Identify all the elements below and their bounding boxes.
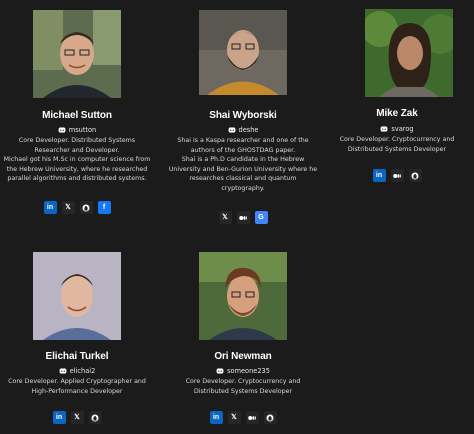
team-card: Shai Wyborski deshe Shai is a Kaspa rese… bbox=[166, 0, 320, 230]
handle-text: deshe bbox=[238, 126, 259, 134]
desc-line: researches classical and quantum bbox=[189, 175, 297, 183]
member-description: Core Developer. Cryptocurrency and Distr… bbox=[320, 135, 474, 154]
member-description: Shai is a Kaspa researcher and one of th… bbox=[166, 136, 320, 194]
desc-line: Michael got his M.Sc in computer science… bbox=[3, 156, 151, 164]
team-card: Ori Newman someone235 Core Developer. Cr… bbox=[166, 240, 320, 434]
x-icon[interactable]: 𝕏 bbox=[61, 201, 75, 214]
member-name: Ori Newman bbox=[214, 351, 272, 362]
handle-text: elichai2 bbox=[69, 367, 96, 375]
member-name: Mike Zak bbox=[376, 108, 418, 119]
desc-line: High-Performance Developer bbox=[31, 387, 123, 395]
member-handle: someone235 bbox=[166, 367, 320, 375]
desc-line: Core Developer. Applied Cryptographer an… bbox=[8, 378, 146, 385]
desc-line: the Hebrew University, where he research… bbox=[6, 165, 148, 173]
desc-line: Shai is a Ph.D candidate in the Hebrew bbox=[181, 156, 305, 164]
desc-line: authors of the GHOSTDAG paper. bbox=[190, 146, 296, 154]
github-icon[interactable] bbox=[263, 411, 277, 424]
x-icon[interactable]: 𝕏 bbox=[218, 211, 232, 224]
social-links: in bbox=[320, 169, 474, 182]
handle-text: svarog bbox=[391, 125, 414, 133]
github-icon[interactable] bbox=[79, 201, 93, 214]
member-description: Core Developer. Distributed Systems Rese… bbox=[0, 136, 154, 184]
discord-icon bbox=[228, 127, 236, 133]
github-icon[interactable] bbox=[408, 169, 422, 182]
handle-text: msutton bbox=[68, 126, 97, 134]
medium-icon[interactable] bbox=[236, 211, 250, 224]
team-card: Michael Sutton msutton Core Developer. D… bbox=[0, 0, 154, 220]
member-handle: msutton bbox=[0, 126, 154, 134]
team-card: Mike Zak svarog Core Developer. Cryptocu… bbox=[320, 0, 474, 200]
member-name: Michael Sutton bbox=[42, 110, 112, 121]
linkedin-icon[interactable]: in bbox=[209, 411, 223, 424]
social-links: in 𝕏 bbox=[0, 411, 154, 424]
member-description: Core Developer. Cryptocurrency and Distr… bbox=[166, 377, 320, 396]
social-links: in 𝕏 bbox=[166, 411, 320, 424]
github-icon[interactable] bbox=[88, 411, 102, 424]
desc-line: Core Developer. Cryptocurrency and bbox=[185, 378, 301, 385]
member-description: Core Developer. Applied Cryptographer an… bbox=[0, 377, 154, 396]
x-icon[interactable]: 𝕏 bbox=[70, 411, 84, 424]
google-icon[interactable]: G bbox=[254, 211, 268, 224]
desc-line: Distributed Systems Developer bbox=[347, 145, 447, 153]
discord-icon bbox=[216, 368, 224, 374]
linkedin-icon[interactable]: in bbox=[372, 169, 386, 182]
desc-line: cryptography. bbox=[221, 184, 265, 192]
handle-text: someone235 bbox=[227, 367, 270, 375]
profile-photo bbox=[199, 252, 287, 340]
team-card: Elichai Turkel elichai2 Core Developer. … bbox=[0, 240, 154, 434]
discord-icon bbox=[380, 126, 388, 132]
profile-photo bbox=[33, 252, 121, 340]
social-links: 𝕏 G bbox=[166, 211, 320, 224]
profile-photo bbox=[199, 10, 287, 95]
profile-photo bbox=[365, 9, 453, 97]
facebook-icon[interactable]: f bbox=[97, 201, 111, 214]
medium-icon[interactable] bbox=[390, 169, 404, 182]
desc-line: parallel algorithms and distributed syst… bbox=[7, 175, 147, 183]
discord-icon bbox=[58, 127, 66, 133]
medium-icon[interactable] bbox=[245, 411, 259, 424]
desc-line: Researcher and Developer. bbox=[34, 146, 120, 154]
desc-line: Distributed Systems Developer bbox=[193, 387, 293, 395]
member-handle: svarog bbox=[320, 125, 474, 133]
x-icon[interactable]: 𝕏 bbox=[227, 411, 241, 424]
social-links: in 𝕏 f bbox=[0, 201, 154, 214]
profile-photo bbox=[33, 10, 121, 98]
member-handle: elichai2 bbox=[0, 367, 154, 375]
discord-icon bbox=[59, 368, 67, 374]
member-handle: deshe bbox=[166, 126, 320, 134]
desc-line: Core Developer. Cryptocurrency and bbox=[339, 136, 455, 143]
linkedin-icon[interactable]: in bbox=[43, 201, 57, 214]
desc-line: Core Developer. Distributed Systems bbox=[18, 137, 136, 144]
member-name: Elichai Turkel bbox=[45, 351, 109, 362]
linkedin-icon[interactable]: in bbox=[52, 411, 66, 424]
member-name: Shai Wyborski bbox=[209, 110, 277, 121]
desc-line: Shai is a Kaspa researcher and one of th… bbox=[177, 137, 309, 144]
desc-line: University and Ben-Gurion University whe… bbox=[168, 165, 318, 173]
